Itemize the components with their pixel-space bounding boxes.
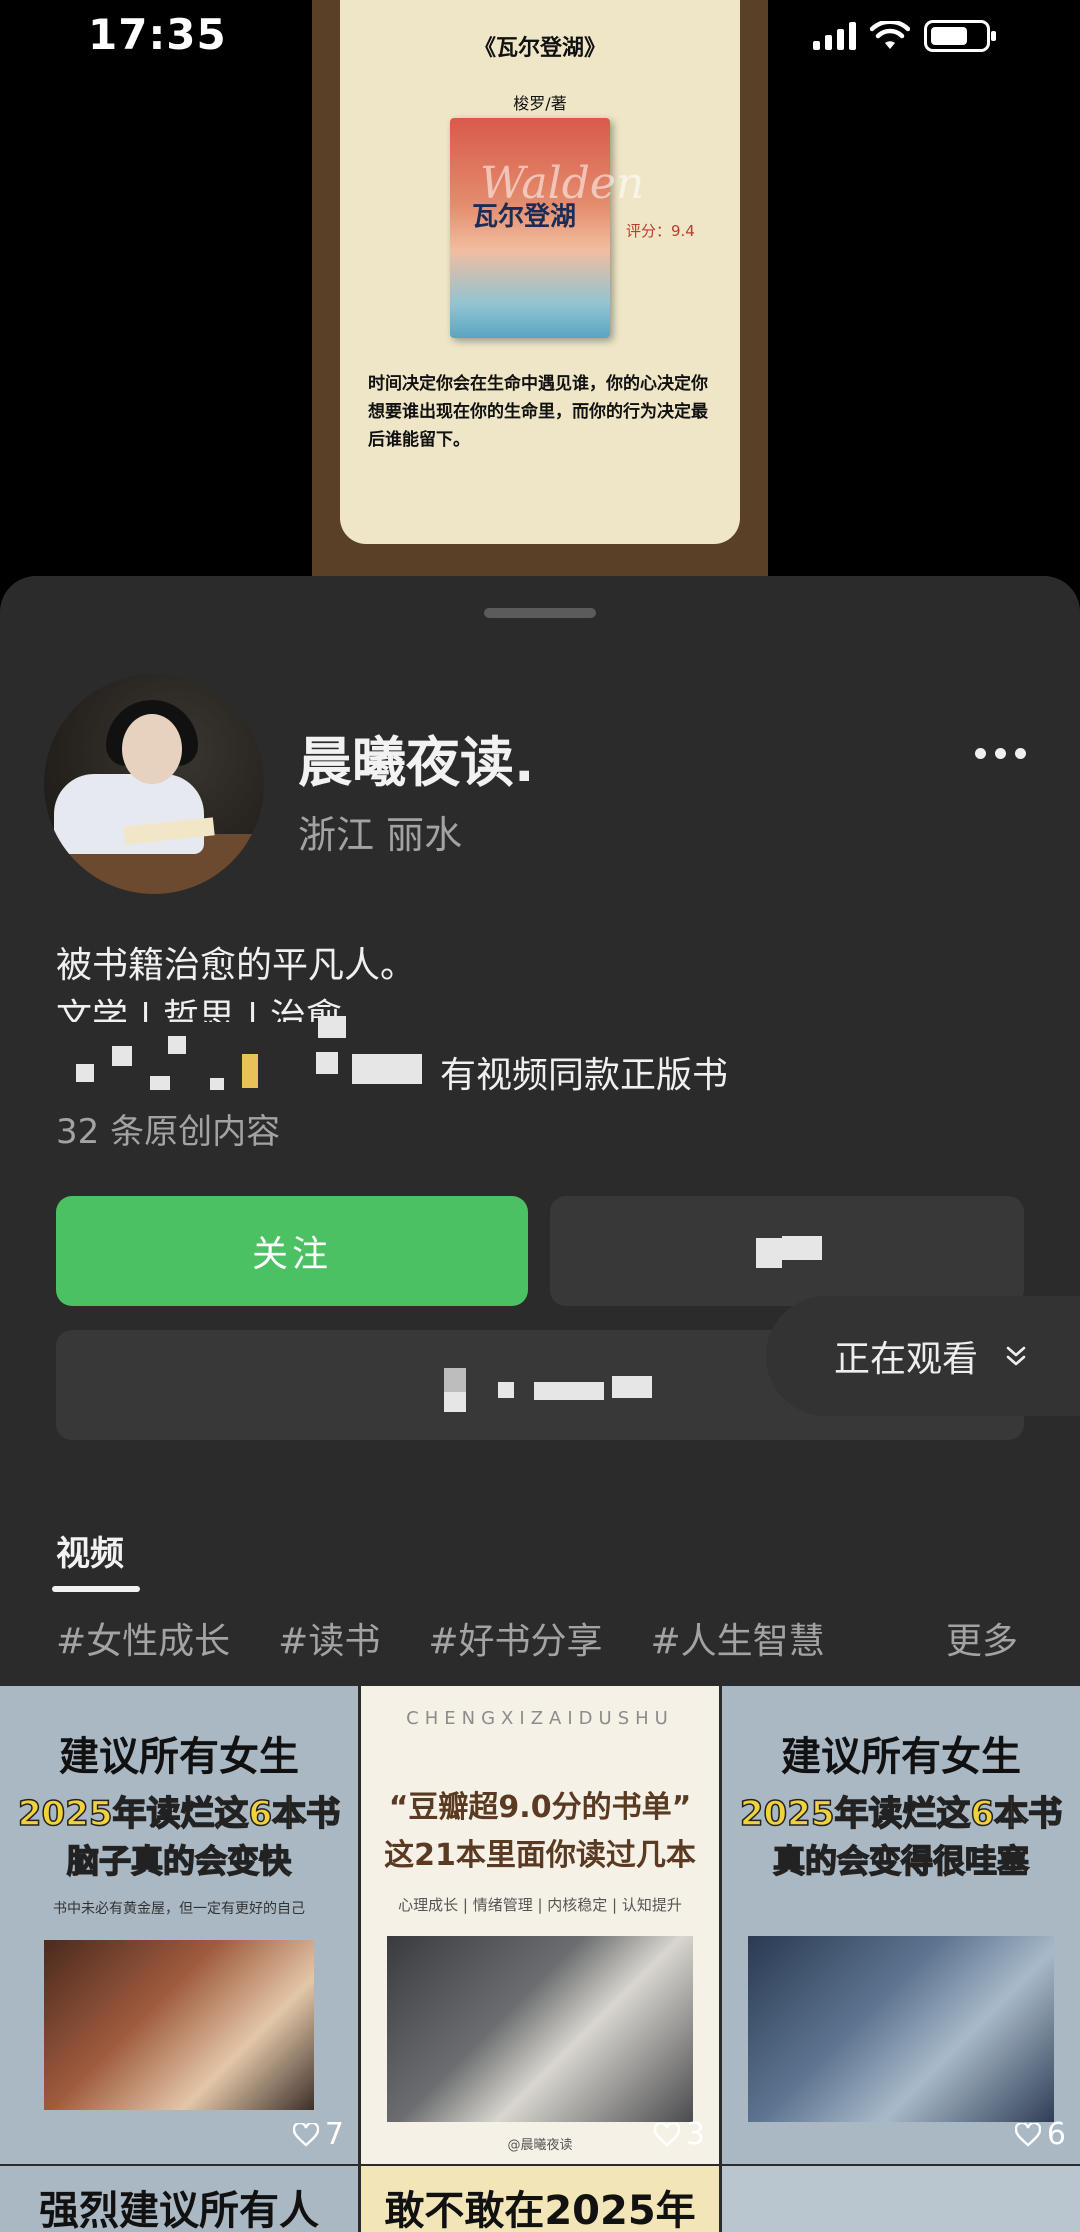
tags-more-button[interactable]: 更多 xyxy=(946,1612,1018,1664)
signal-icon xyxy=(813,22,856,50)
book-quote: 时间决定你会在生命中遇见谁，你的心决定你想要谁出现在你的生命里，而你的行为决定最… xyxy=(368,374,708,450)
thumb-subtitle: 2025年读烂这6本书 xyxy=(739,1793,1063,1835)
message-button[interactable] xyxy=(550,1196,1024,1306)
avatar[interactable] xyxy=(44,674,264,894)
thumb-categories: 心理成长 | 情绪管理 | 内核稳定 | 认知提升 xyxy=(398,1896,682,1914)
book-cover: Walden 瓦尔登湖 xyxy=(450,118,644,338)
video-thumbnail[interactable]: CHENGXIZAIDUSHU “豆瓣超9.0分的书单” 这21本里面你读过几本… xyxy=(361,1686,719,2164)
tab-underline xyxy=(52,1586,140,1592)
now-watching-button[interactable]: 正在观看 xyxy=(766,1296,1080,1416)
thumb-watermark: CHENGXIZAIDUSHU xyxy=(406,1708,674,1729)
profile-bio: 被书籍治愈的平凡人。 xyxy=(56,945,417,986)
tag-item[interactable]: #读书 xyxy=(278,1612,380,1664)
like-count-value: 6 xyxy=(1046,2117,1066,2152)
thumb-title: 强烈建议所有人 xyxy=(39,2188,319,2232)
thumb-title: “豆瓣超9.0分的书单” xyxy=(388,1790,692,1825)
thumb-subtitle: 2025年读烂这6本书 xyxy=(17,1793,341,1835)
thumb-caption: 书中未必有黄金屋，但一定有更好的自己 xyxy=(53,1901,305,1917)
video-thumbnail[interactable] xyxy=(722,2166,1080,2232)
shop-link-text[interactable]: 有视频同款正版书 xyxy=(440,1046,728,1098)
thumb-title: 敢不敢在2025年 xyxy=(384,2188,696,2232)
heart-icon xyxy=(292,2122,319,2147)
book-card: 《瓦尔登湖》 梭罗/著 Walden 瓦尔登湖 评分：9.4 时间决定你会在生命… xyxy=(340,0,740,544)
now-watching-label: 正在观看 xyxy=(834,1339,979,1380)
tag-item[interactable]: #女性成长 xyxy=(56,1612,230,1664)
thumb-subtitle: 真的会变得很哇塞 xyxy=(772,1841,1030,1881)
tag-item[interactable]: #好书分享 xyxy=(428,1612,602,1664)
like-count-value: 7 xyxy=(324,2117,344,2152)
tag-item[interactable]: #人生智慧 xyxy=(651,1612,825,1664)
book-rating: 评分：9.4 xyxy=(626,222,695,240)
thumb-subtitle: 这21本里面你读过几本 xyxy=(384,1838,696,1873)
thumb-subtitle: 脑子真的会变快 xyxy=(66,1841,292,1881)
thumb-photo xyxy=(44,1940,314,2110)
follow-button[interactable]: 关注 xyxy=(56,1196,528,1306)
video-thumbnail[interactable]: 建议所有女生 2025年读烂这6本书 真的会变得很哇塞 6 xyxy=(722,1686,1080,2164)
book-author: 梭罗/著 xyxy=(513,94,567,113)
chevron-down-icon xyxy=(1006,1346,1026,1366)
video-preview[interactable]: 《瓦尔登湖》 梭罗/著 Walden 瓦尔登湖 评分：9.4 时间决定你会在生命… xyxy=(312,0,768,580)
battery-icon xyxy=(924,20,996,52)
thumb-photo xyxy=(748,1936,1054,2122)
like-count-value: 3 xyxy=(685,2117,705,2152)
thumb-title: 建议所有女生 xyxy=(59,1734,299,1780)
profile-location: 浙江 丽水 xyxy=(298,813,463,857)
tag-list: #女性成长 #读书 #好书分享 #人生智慧 xyxy=(56,1612,825,1664)
profile-bio-line2: 文学 | 哲思 | 治愈 xyxy=(56,997,343,1022)
wifi-icon xyxy=(870,21,910,49)
status-bar: 17:35 xyxy=(0,0,1080,72)
status-time: 17:35 xyxy=(88,10,227,59)
original-count: 32 条原创内容 xyxy=(56,1112,281,1152)
tab-video[interactable]: 视频 xyxy=(56,1526,124,1575)
like-count: 3 xyxy=(653,2117,705,2152)
like-count: 7 xyxy=(292,2117,344,2152)
thumb-title: 建议所有女生 xyxy=(781,1734,1021,1780)
heart-icon xyxy=(1014,2122,1041,2147)
video-thumbnail[interactable]: 强烈建议所有人 xyxy=(0,2166,358,2232)
video-thumbnail[interactable]: 建议所有女生 2025年读烂这6本书 脑子真的会变快 书中未必有黄金屋，但一定有… xyxy=(0,1686,358,2164)
status-icons xyxy=(813,20,996,52)
sheet-drag-handle[interactable] xyxy=(484,608,596,618)
like-count: 6 xyxy=(1014,2117,1066,2152)
cover-title: 瓦尔登湖 xyxy=(472,202,577,232)
video-thumbnail[interactable]: 敢不敢在2025年 xyxy=(361,2166,719,2232)
heart-icon xyxy=(653,2122,680,2147)
thumb-photo xyxy=(387,1936,693,2122)
profile-name: 晨曦夜读. xyxy=(298,731,535,794)
more-icon[interactable] xyxy=(975,748,1026,759)
